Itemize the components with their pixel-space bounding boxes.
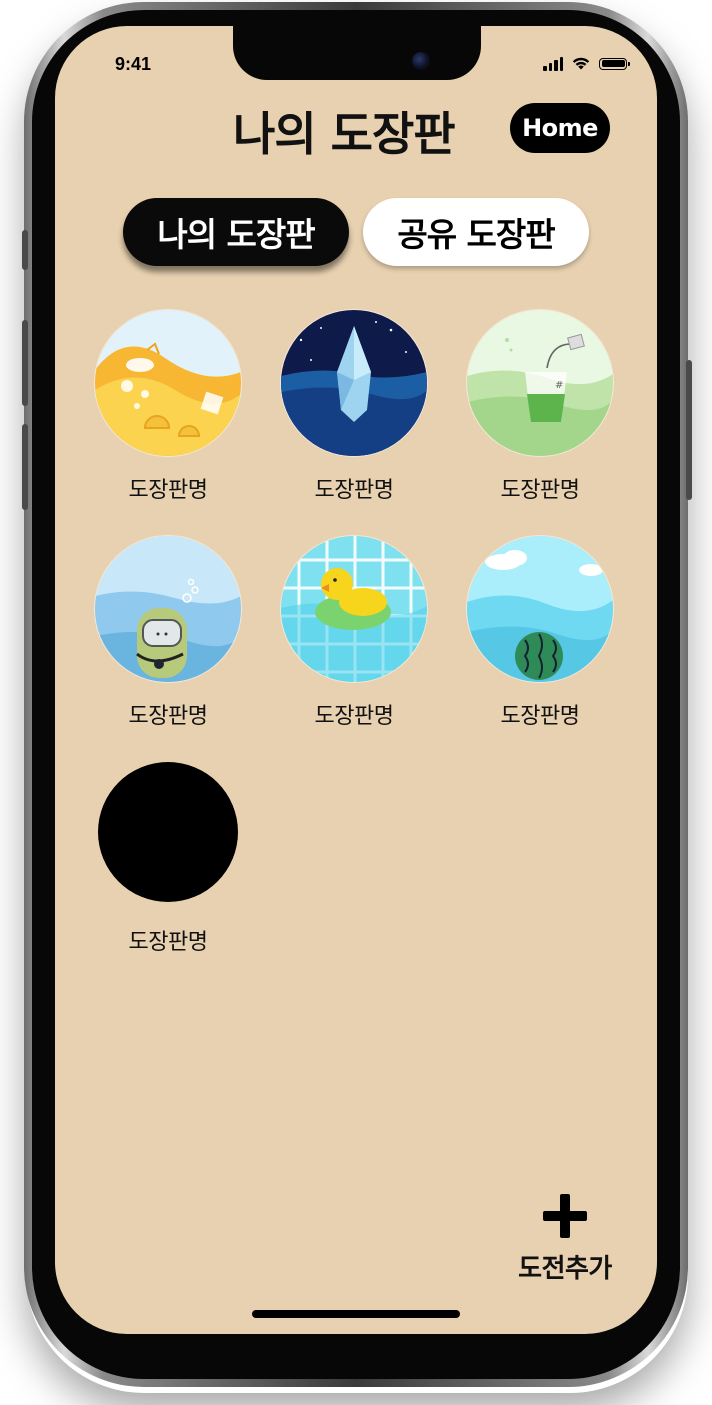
status-icons — [543, 56, 630, 71]
board-item[interactable]: 도장판명 — [465, 536, 615, 730]
volume-up-button — [22, 320, 28, 406]
board-name: 도장판명 — [500, 478, 580, 503]
tab-shared-boards[interactable]: 공유 도장판 — [363, 198, 589, 266]
diver-board-icon — [95, 536, 241, 682]
blank-board-icon — [98, 762, 238, 902]
board-item[interactable]: # 도장판명 — [465, 310, 615, 504]
power-button — [686, 360, 692, 500]
rubber-duck-board-icon — [281, 536, 427, 682]
board-name: 도장판명 — [314, 704, 394, 729]
board-name: 도장판명 — [128, 478, 208, 503]
camera-icon — [412, 52, 430, 70]
volume-down-button — [22, 424, 28, 510]
notch — [233, 26, 481, 80]
svg-text:#: # — [555, 380, 563, 391]
board-item[interactable]: 도장판명 — [93, 536, 243, 730]
signal-icon — [543, 56, 563, 71]
green-tea-board-icon: # — [467, 310, 613, 456]
board-item[interactable]: 도장판명 — [93, 762, 243, 956]
board-item[interactable]: 도장판명 — [279, 536, 429, 730]
plus-icon — [543, 1194, 587, 1238]
home-indicator[interactable] — [252, 1310, 460, 1318]
board-name: 도장판명 — [500, 704, 580, 729]
board-name: 도장판명 — [314, 478, 394, 503]
home-button[interactable]: Home — [510, 103, 610, 153]
lemonade-board-icon — [95, 310, 241, 456]
iceberg-board-icon — [281, 310, 427, 456]
app-screen: 9:41 나의 도장판 Home 나의 도장판 공유 도장판 도장판명 도장판명… — [55, 26, 657, 1334]
add-challenge-label: 도전추가 — [518, 1254, 612, 1284]
watermelon-board-icon — [467, 536, 613, 682]
battery-icon — [599, 57, 630, 70]
mute-switch — [22, 230, 28, 270]
board-item[interactable]: 도장판명 — [279, 310, 429, 504]
board-name: 도장판명 — [128, 704, 208, 729]
wifi-icon — [572, 57, 590, 70]
page-title: 나의 도장판 — [233, 107, 456, 161]
status-time: 9:41 — [115, 54, 152, 74]
board-item[interactable]: 도장판명 — [93, 310, 243, 504]
add-challenge-button[interactable]: 도전추가 — [505, 1194, 625, 1285]
board-name: 도장판명 — [128, 930, 208, 955]
tab-my-boards[interactable]: 나의 도장판 — [123, 198, 349, 266]
